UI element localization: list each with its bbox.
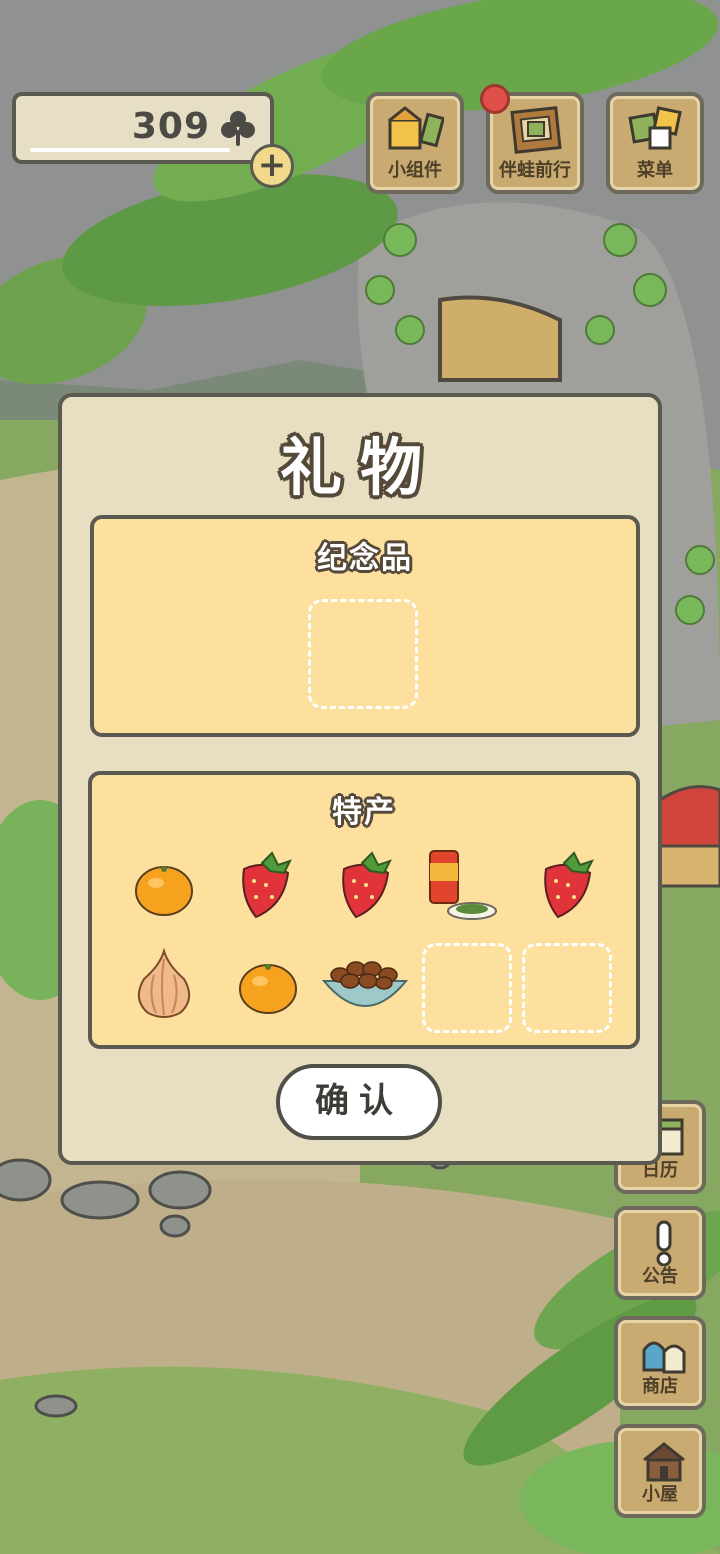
announcement-button[interactable]: 公告 <box>614 1206 706 1300</box>
orange-item[interactable] <box>228 945 308 1025</box>
specialty-title: 特产 <box>332 795 396 830</box>
strawberry-item[interactable] <box>226 845 306 925</box>
album-icon <box>510 106 562 154</box>
confirm-button[interactable]: 确认 <box>276 1064 442 1140</box>
chestnuts-bowl-item[interactable] <box>320 941 410 1027</box>
clover-icon <box>221 111 255 146</box>
add-clover-button[interactable]: + <box>250 144 294 188</box>
specialty-empty-slot[interactable] <box>522 943 612 1033</box>
clover-counter: 309 <box>12 92 274 164</box>
menu-icon <box>628 106 682 150</box>
clover-count: 309 <box>131 106 210 147</box>
counter-underline <box>30 148 230 152</box>
strawberry-item[interactable] <box>528 845 608 925</box>
gift-dialog: 礼物 纪念品 特产 <box>58 393 662 1165</box>
notification-dot <box>480 84 510 114</box>
souvenir-title: 纪念品 <box>317 541 413 576</box>
onion-item[interactable] <box>124 945 204 1025</box>
widget-label: 小组件 <box>388 160 442 181</box>
strawberry-item[interactable] <box>326 845 406 925</box>
specialty-empty-slot[interactable] <box>422 943 512 1033</box>
dialog-title: 礼物 <box>279 431 440 504</box>
souvenir-empty-slot[interactable] <box>308 599 418 709</box>
widget-icon <box>388 106 444 150</box>
tea-can-item[interactable] <box>420 845 500 925</box>
shop-bags-icon <box>642 1341 686 1374</box>
shop-label: 商店 <box>642 1376 678 1397</box>
souvenir-panel: 纪念品 <box>90 515 640 737</box>
travel-album-label: 伴蛙前行 <box>499 160 571 181</box>
menu-label: 菜单 <box>637 160 673 181</box>
specialty-panel: 特产 <box>88 771 640 1049</box>
house-icon <box>643 1442 685 1482</box>
exclamation-icon <box>656 1220 672 1266</box>
orange-item[interactable] <box>124 847 204 927</box>
widget-button[interactable]: 小组件 <box>366 92 464 194</box>
menu-button[interactable]: 菜单 <box>606 92 704 194</box>
announcement-label: 公告 <box>642 1266 678 1287</box>
shop-button[interactable]: 商店 <box>614 1316 706 1410</box>
house-button[interactable]: 小屋 <box>614 1424 706 1518</box>
house-label: 小屋 <box>642 1484 678 1505</box>
